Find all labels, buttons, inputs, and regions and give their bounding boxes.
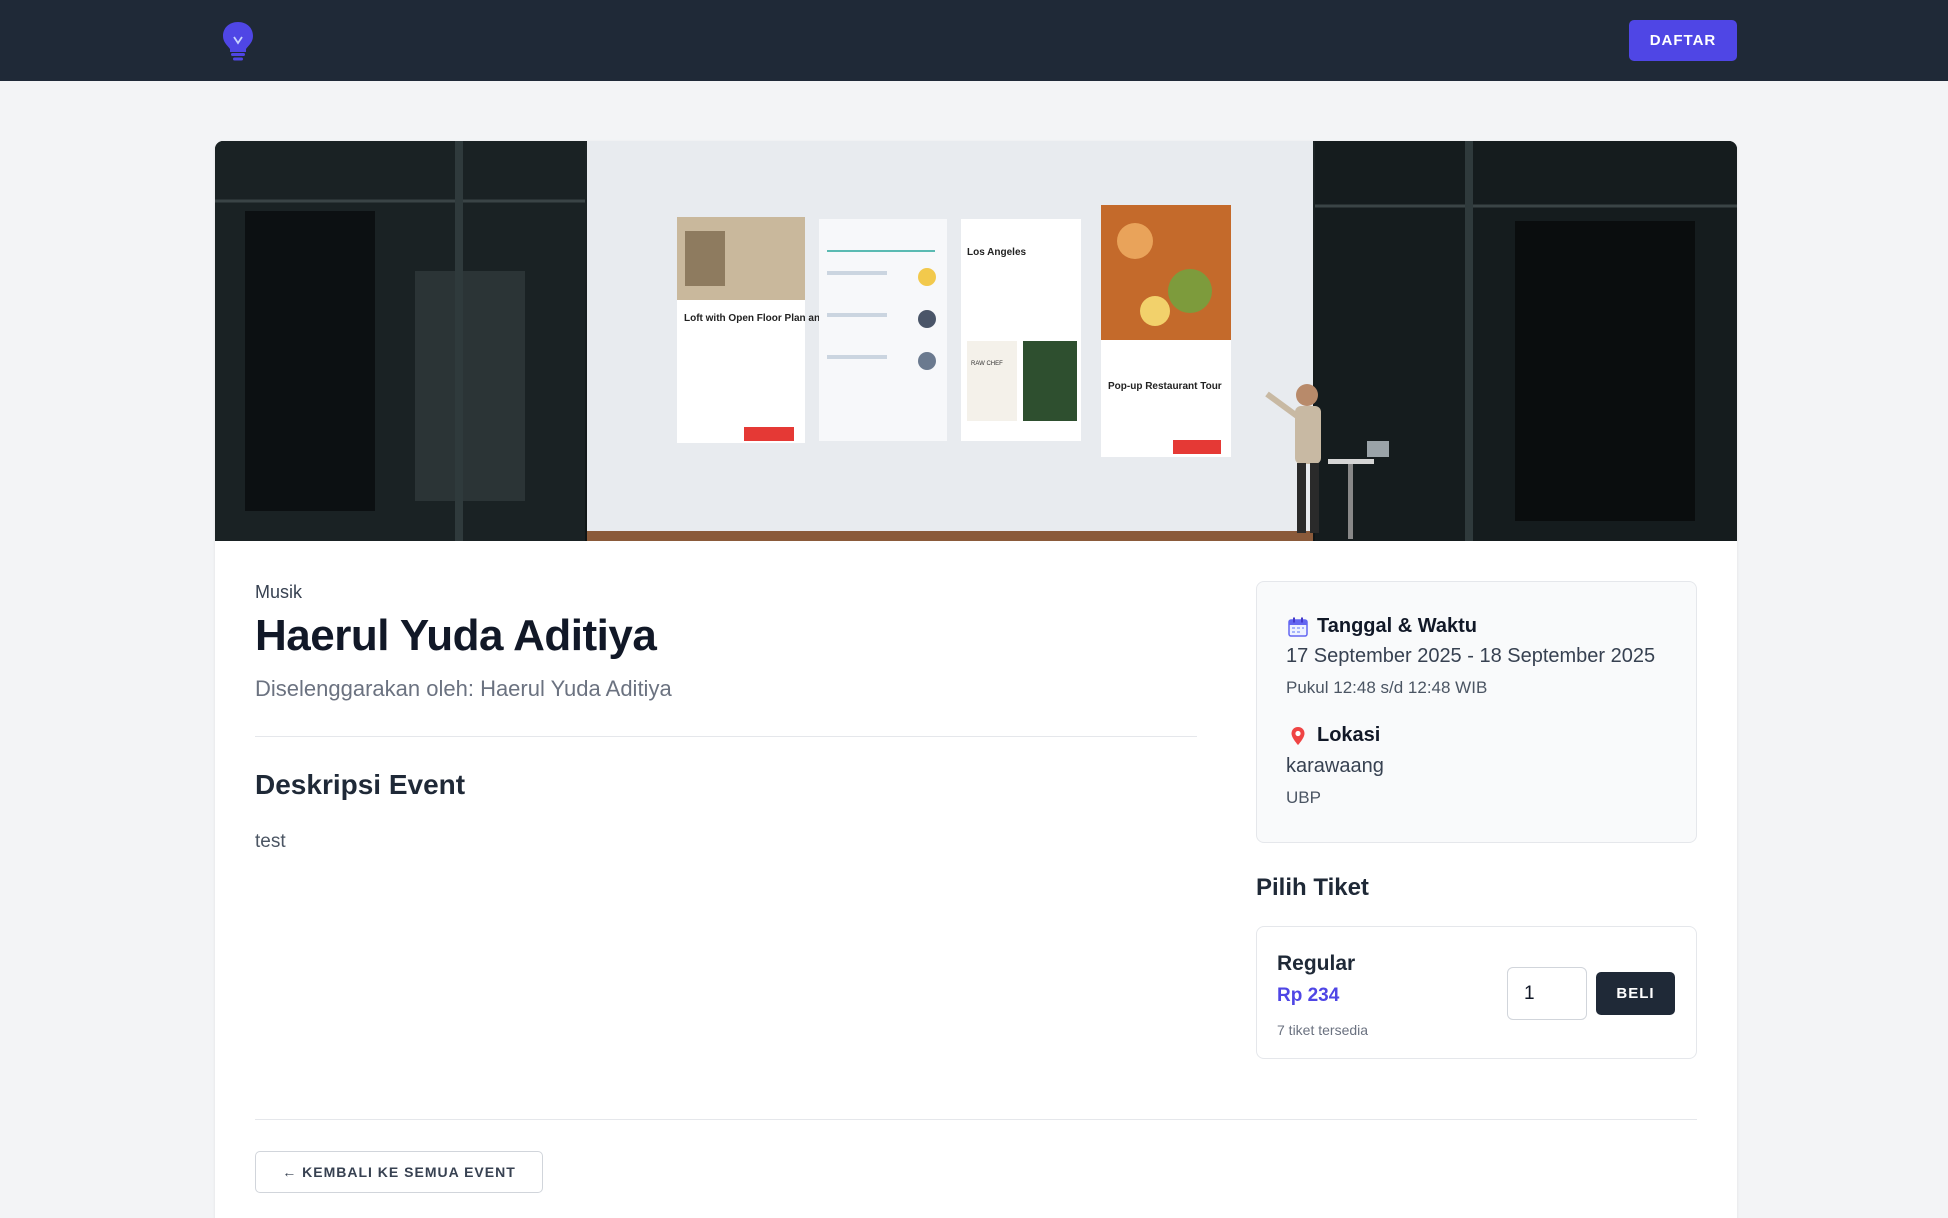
map-pin-icon: [1291, 726, 1305, 745]
event-date-range: 17 September 2025 - 18 September 2025: [1286, 645, 1656, 667]
event-organizer: Diselenggarakan oleh: Haerul Yuda Aditiy…: [255, 676, 672, 702]
footer-divider: [255, 1119, 1697, 1120]
event-category: Musik: [255, 582, 303, 602]
register-button[interactable]: DAFTAR: [1629, 20, 1737, 61]
location-label-text: Lokasi: [1317, 724, 1381, 746]
location-venue: UBP: [1286, 788, 1321, 807]
date-time-label: Tanggal & Waktu: [1287, 615, 1477, 638]
organizer-prefix: Diselenggarakan oleh:: [255, 676, 474, 701]
lightbulb-icon[interactable]: [221, 20, 255, 62]
content-divider: [255, 736, 1197, 737]
back-to-events-button[interactable]: ← KEMBALI KE SEMUA EVENT: [255, 1151, 543, 1193]
location-city: karawaang: [1286, 755, 1384, 777]
date-time-label-text: Tanggal & Waktu: [1317, 615, 1477, 637]
ticket-stock: 7 tiket tersedia: [1277, 1022, 1369, 1038]
ticket-quantity-input[interactable]: [1507, 967, 1587, 1020]
screen-card-4-title: Pop-up Restaurant Tour: [1108, 381, 1222, 392]
buy-ticket-button[interactable]: BELI: [1596, 972, 1675, 1015]
event-time: Pukul 12:48 s/d 12:48 WIB: [1286, 678, 1488, 697]
navbar: DAFTAR: [0, 0, 1948, 81]
ticket-price: Rp 234: [1277, 985, 1340, 1006]
event-detail-card: Loft with Open Floor Plan and Kitchen Lo…: [215, 141, 1737, 1218]
organizer-name: Haerul Yuda Aditiya: [480, 676, 672, 701]
ticket-name: Regular: [1277, 952, 1356, 975]
event-info-box: Tanggal & Waktu 17 September 2025 - 18 S…: [1256, 581, 1697, 843]
screen-book-1-title: RAW CHEF: [971, 361, 1003, 367]
location-label: Lokasi: [1287, 724, 1380, 747]
event-banner-image: Loft with Open Floor Plan and Kitchen Lo…: [215, 141, 1737, 541]
presentation-scene-illustration: Loft with Open Floor Plan and Kitchen Lo…: [215, 141, 1737, 541]
event-description: test: [255, 831, 286, 852]
ticket-card-regular: Regular Rp 234 7 tiket tersedia BELI: [1256, 926, 1697, 1059]
calendar-icon: [1288, 617, 1308, 637]
screen-card-3-title: Los Angeles: [967, 247, 1027, 258]
tickets-heading: Pilih Tiket: [1256, 874, 1369, 901]
event-title: Haerul Yuda Aditiya: [255, 611, 657, 660]
description-heading: Deskripsi Event: [255, 769, 466, 800]
